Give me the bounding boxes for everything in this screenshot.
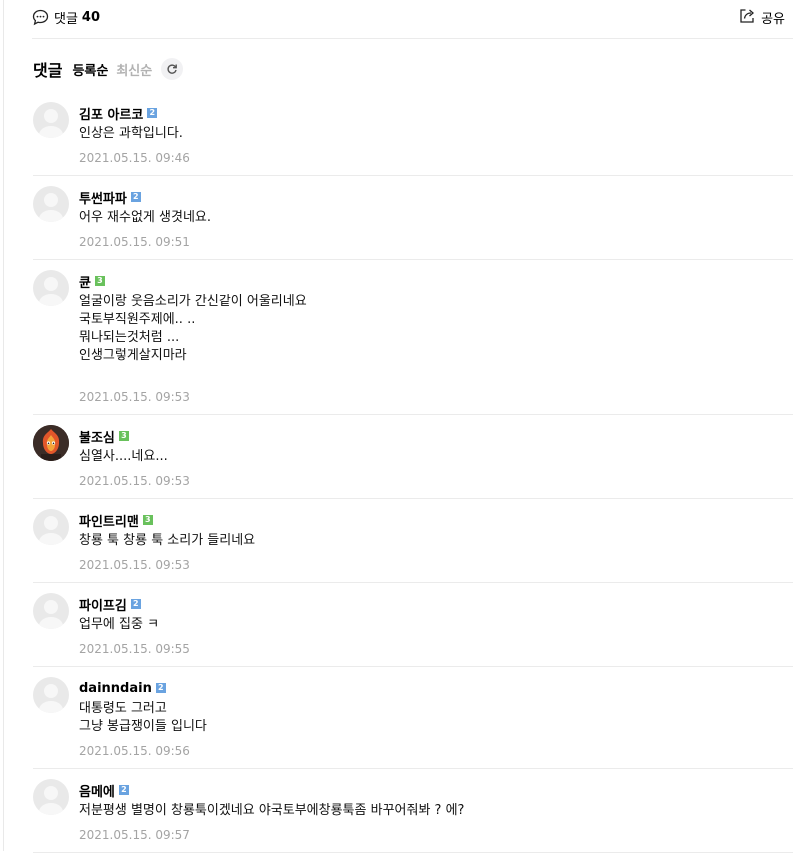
comment-item: 김포 아르코 2 인상은 과학입니다. 2021.05.15. 09:46 [33,92,793,176]
comment-author[interactable]: 큔 [79,272,91,291]
avatar[interactable] [33,593,69,629]
level-badge: 2 [147,108,158,118]
level-badge: 2 [155,683,166,693]
comment-date: 2021.05.15. 09:51 [79,235,190,249]
avatar[interactable] [33,677,69,713]
sort-registered-tab[interactable]: 등록순 [72,60,108,79]
comment-date: 2021.05.15. 09:57 [79,828,190,842]
comment-item: 파이프김 2 업무에 집중 ㅋ 2021.05.15. 09:55 [33,583,793,667]
comment-text: 창룡 툭 창룡 툭 소리가 들리네요 [79,533,256,548]
comment-sort-bar: 댓글 등록순 최신순 [33,56,184,82]
comment-text: 업무에 집중 ㅋ [79,617,160,632]
avatar[interactable] [33,270,69,306]
comment-list: 김포 아르코 2 인상은 과학입니다. 2021.05.15. 09:46 투썬파… [33,92,793,853]
share-button[interactable]: 공유 [739,7,785,27]
comment-date: 2021.05.15. 09:53 [79,390,190,404]
level-badge: 2 [118,785,129,795]
comment-date: 2021.05.15. 09:53 [79,474,190,488]
level-badge: 3 [118,431,129,441]
comment-text: 대통령도 그러고 그냥 봉급쟁이들 입니다 [79,701,207,734]
comment-text: 얼굴이랑 웃음소리가 간신같이 어울리네요 국토부직원주제에.. .. 뭐나되는… [79,294,307,363]
refresh-icon [167,64,178,74]
avatar[interactable] [33,509,69,545]
comment-item: 투썬파파 2 어우 재수없게 생겻네요. 2021.05.15. 09:51 [33,176,793,260]
avatar[interactable] [33,186,69,222]
comment-date: 2021.05.15. 09:53 [79,558,190,572]
comment-item: 큔3 얼굴이랑 웃음소리가 간신같이 어울리네요 국토부직원주제에.. .. 뭐… [33,260,793,415]
comments-section-title: 댓글 [33,61,63,80]
left-border [3,0,4,851]
share-icon [739,7,756,28]
level-badge: 3 [94,276,105,286]
comment-item: 파인트리맨 3 창룡 툭 창룡 툭 소리가 들리네요 2021.05.15. 09… [33,499,793,583]
comment-item: 음메에 2 저분평생 별명이 창룡툭이겠네요 야국토부에창룡툭좀 바꾸어줘봐 ? … [33,769,793,853]
comment-item: 불조심 3 심열사....네요... 2021.05.15. 09:53 [33,415,793,499]
comment-item: dainndain 2 대통령도 그러고 그냥 봉급쟁이들 입니다 2021.05… [33,667,793,769]
comment-text: 인상은 과학입니다. [79,126,183,141]
refresh-button[interactable] [161,58,184,80]
speech-bubble-icon [32,9,49,26]
comment-author[interactable]: 파인트리맨 [79,511,139,530]
share-label: 공유 [761,11,785,27]
level-badge: 2 [130,599,141,609]
comment-text: 어우 재수없게 생겻네요. [79,210,211,225]
comment-text: 저분평생 별명이 창룡툭이겠네요 야국토부에창룡툭좀 바꾸어줘봐 ? 에? [79,803,465,818]
comment-date: 2021.05.15. 09:46 [79,151,190,165]
level-badge: 3 [142,515,153,525]
avatar[interactable] [33,779,69,815]
comment-label: 댓글 [54,11,78,27]
comment-author[interactable]: 김포 아르코 [79,104,143,123]
sort-latest-tab[interactable]: 최신순 [116,60,152,79]
avatar[interactable] [33,425,69,461]
comment-date: 2021.05.15. 09:55 [79,642,190,656]
comment-count-number: 40 [81,9,101,25]
comment-header-bar: 댓글 40 공유 [32,0,793,39]
level-badge: 2 [130,192,141,202]
avatar[interactable] [33,102,69,138]
comment-author[interactable]: 불조심 [79,427,115,446]
comment-text: 심열사....네요... [79,449,168,464]
comment-author[interactable]: 파이프김 [79,595,127,614]
comment-author[interactable]: 투썬파파 [79,188,127,207]
comment-author[interactable]: 음메에 [79,781,115,800]
comment-author[interactable]: dainndain [79,681,152,696]
comment-count[interactable]: 댓글 40 [32,7,100,27]
comment-date: 2021.05.15. 09:56 [79,744,190,758]
